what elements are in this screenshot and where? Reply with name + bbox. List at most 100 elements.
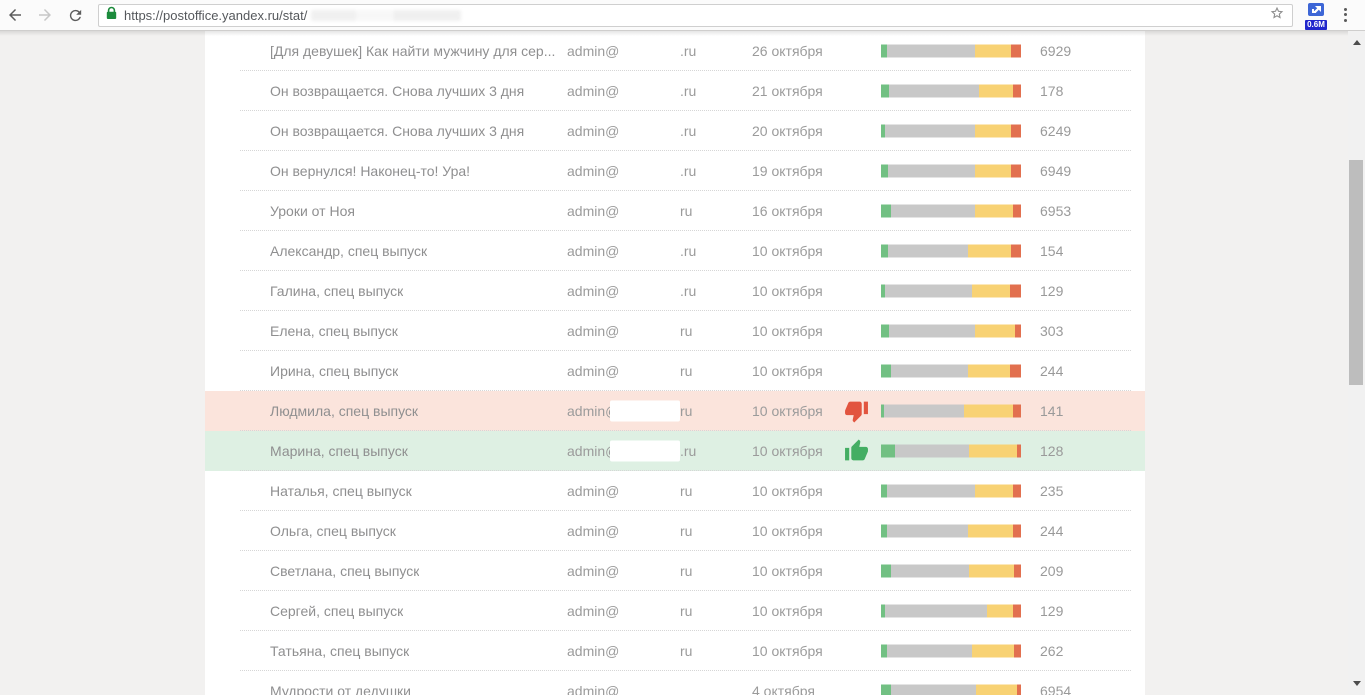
send-date: 10 октября bbox=[752, 363, 823, 379]
bar-segment-red bbox=[1013, 485, 1021, 498]
campaign-title[interactable]: Сергей, спец выпуск bbox=[270, 603, 403, 619]
send-date: 19 октября bbox=[752, 163, 823, 179]
toolbar-right-controls: 0.6M bbox=[1301, 1, 1365, 30]
bar-segment-red bbox=[1013, 85, 1021, 98]
campaign-title[interactable]: Людмила, спец выпуск bbox=[270, 403, 418, 419]
table-row[interactable]: Он возвращается. Снова лучших 3 дня admi… bbox=[205, 111, 1145, 151]
bar-segment-red bbox=[1013, 605, 1021, 618]
table-row[interactable]: Он возвращается. Снова лучших 3 дня admi… bbox=[205, 71, 1145, 111]
table-row[interactable]: Ольга, спец выпуск admin@ ru 10 октября … bbox=[205, 511, 1145, 551]
table-row[interactable]: Марина, спец выпуск admin@ .ru 10 октябр… bbox=[205, 431, 1145, 471]
forward-button[interactable] bbox=[30, 1, 60, 29]
reload-button[interactable] bbox=[60, 1, 90, 29]
bar-segment-red bbox=[1013, 525, 1021, 538]
bar-segment-gray bbox=[884, 405, 964, 418]
url-text[interactable]: https://postoffice.yandex.ru/stat/ bbox=[124, 8, 307, 23]
bar-segment-red bbox=[1014, 565, 1021, 578]
table-row[interactable]: Александр, спец выпуск admin@ .ru 10 окт… bbox=[205, 231, 1145, 271]
campaign-title[interactable]: Ольга, спец выпуск bbox=[270, 523, 396, 539]
bar-segment-yellow bbox=[975, 125, 1011, 138]
table-row[interactable]: Наталья, спец выпуск admin@ ru 10 октябр… bbox=[205, 471, 1145, 511]
extension-button[interactable]: 0.6M bbox=[1301, 3, 1331, 30]
recipients-count: 154 bbox=[1040, 243, 1063, 259]
sender-email-suffix: .ru bbox=[680, 163, 696, 179]
campaign-title[interactable]: Он возвращается. Снова лучших 3 дня bbox=[270, 83, 524, 99]
delivery-stats-bar bbox=[881, 365, 1021, 378]
campaign-title[interactable]: Елена, спец выпуск bbox=[270, 323, 398, 339]
scroll-down-button[interactable] bbox=[1348, 675, 1365, 692]
sender-email-prefix: admin@ bbox=[567, 83, 619, 99]
table-row[interactable]: [Для девушек] Как найти мужчину для сер.… bbox=[205, 31, 1145, 71]
bar-segment-gray bbox=[891, 565, 969, 578]
campaign-title[interactable]: Он вернулся! Наконец-то! Ура! bbox=[270, 163, 470, 179]
sender-email-prefix: admin@ bbox=[567, 683, 619, 695]
bar-segment-yellow bbox=[969, 445, 1017, 458]
send-date: 21 октября bbox=[752, 83, 823, 99]
bar-segment-red bbox=[1017, 445, 1021, 458]
sender-email-suffix: .ru bbox=[680, 283, 696, 299]
recipients-count: 6249 bbox=[1040, 123, 1071, 139]
extension-popout-icon bbox=[1308, 3, 1324, 22]
table-row[interactable]: Галина, спец выпуск admin@ .ru 10 октябр… bbox=[205, 271, 1145, 311]
bar-segment-red bbox=[1011, 245, 1021, 258]
table-row[interactable]: Сергей, спец выпуск admin@ ru 10 октября… bbox=[205, 591, 1145, 631]
campaign-title[interactable]: Александр, спец выпуск bbox=[270, 243, 427, 259]
sender-email-suffix: ru bbox=[680, 403, 692, 419]
recipients-count: 6949 bbox=[1040, 163, 1071, 179]
secure-lock-icon[interactable] bbox=[106, 6, 117, 25]
sender-email-prefix: admin@ bbox=[567, 163, 619, 179]
bar-segment-yellow bbox=[975, 165, 1011, 178]
delivery-stats-bar bbox=[881, 685, 1021, 695]
recipients-count: 129 bbox=[1040, 603, 1063, 619]
recipients-count: 303 bbox=[1040, 323, 1063, 339]
campaign-title[interactable]: Ирина, спец выпуск bbox=[270, 363, 398, 379]
bar-segment-yellow bbox=[975, 205, 1013, 218]
campaign-title[interactable]: [Для девушек] Как найти мужчину для сер.… bbox=[270, 43, 555, 59]
sender-email-prefix: admin@ bbox=[567, 123, 619, 139]
table-row[interactable]: Елена, спец выпуск admin@ ru 10 октября … bbox=[205, 311, 1145, 351]
bar-segment-yellow bbox=[972, 645, 1014, 658]
bookmark-star-icon[interactable] bbox=[1269, 5, 1285, 26]
table-row[interactable]: Мудрости от дедушки admin@ 4 октября 695… bbox=[205, 671, 1145, 695]
table-row[interactable]: Татьяна, спец выпуск admin@ ru 10 октябр… bbox=[205, 631, 1145, 671]
campaign-title[interactable]: Светлана, спец выпуск bbox=[270, 563, 419, 579]
bar-segment-red bbox=[1011, 125, 1021, 138]
campaign-title[interactable]: Уроки от Ноя bbox=[270, 203, 355, 219]
delivery-stats-bar bbox=[881, 565, 1021, 578]
recipients-count: 209 bbox=[1040, 563, 1063, 579]
campaign-title[interactable]: Наталья, спец выпуск bbox=[270, 483, 412, 499]
table-row[interactable]: Светлана, спец выпуск admin@ ru 10 октяб… bbox=[205, 551, 1145, 591]
delivery-stats-bar bbox=[881, 485, 1021, 498]
send-date: 16 октября bbox=[752, 203, 823, 219]
browser-menu-button[interactable] bbox=[1331, 1, 1359, 29]
bar-segment-gray bbox=[891, 685, 976, 695]
bar-segment-gray bbox=[885, 125, 975, 138]
bar-segment-yellow bbox=[979, 85, 1013, 98]
campaign-title[interactable]: Татьяна, спец выпуск bbox=[270, 643, 409, 659]
send-date: 20 октября bbox=[752, 123, 823, 139]
table-row[interactable]: Уроки от Ноя admin@ ru 16 октября 6953 bbox=[205, 191, 1145, 231]
campaign-title[interactable]: Мудрости от дедушки bbox=[270, 683, 411, 695]
vertical-scrollbar[interactable] bbox=[1348, 31, 1365, 695]
table-row[interactable]: Ирина, спец выпуск admin@ ru 10 октября … bbox=[205, 351, 1145, 391]
bar-segment-gray bbox=[887, 525, 968, 538]
scroll-up-button[interactable] bbox=[1348, 34, 1365, 51]
bar-segment-green bbox=[881, 245, 888, 258]
bar-segment-green bbox=[881, 685, 891, 695]
send-date: 10 октября bbox=[752, 563, 823, 579]
bar-segment-yellow bbox=[968, 365, 1010, 378]
back-button[interactable] bbox=[0, 1, 30, 29]
sender-email-prefix: admin@ bbox=[567, 523, 619, 539]
delivery-stats-bar bbox=[881, 325, 1021, 338]
scrollbar-thumb[interactable] bbox=[1349, 160, 1363, 385]
url-bar[interactable]: https://postoffice.yandex.ru/stat/ bbox=[98, 4, 1293, 27]
campaign-title[interactable]: Он возвращается. Снова лучших 3 дня bbox=[270, 123, 524, 139]
sender-email-suffix: .ru bbox=[680, 443, 696, 459]
campaign-title[interactable]: Галина, спец выпуск bbox=[270, 283, 403, 299]
table-row[interactable]: Людмила, спец выпуск admin@ ru 10 октябр… bbox=[205, 391, 1145, 431]
stats-table: [Для девушек] Как найти мужчину для сер.… bbox=[205, 31, 1145, 695]
sender-email-prefix: admin@ bbox=[567, 283, 619, 299]
send-date: 26 октября bbox=[752, 43, 823, 59]
campaign-title[interactable]: Марина, спец выпуск bbox=[270, 443, 408, 459]
table-row[interactable]: Он вернулся! Наконец-то! Ура! admin@ .ru… bbox=[205, 151, 1145, 191]
